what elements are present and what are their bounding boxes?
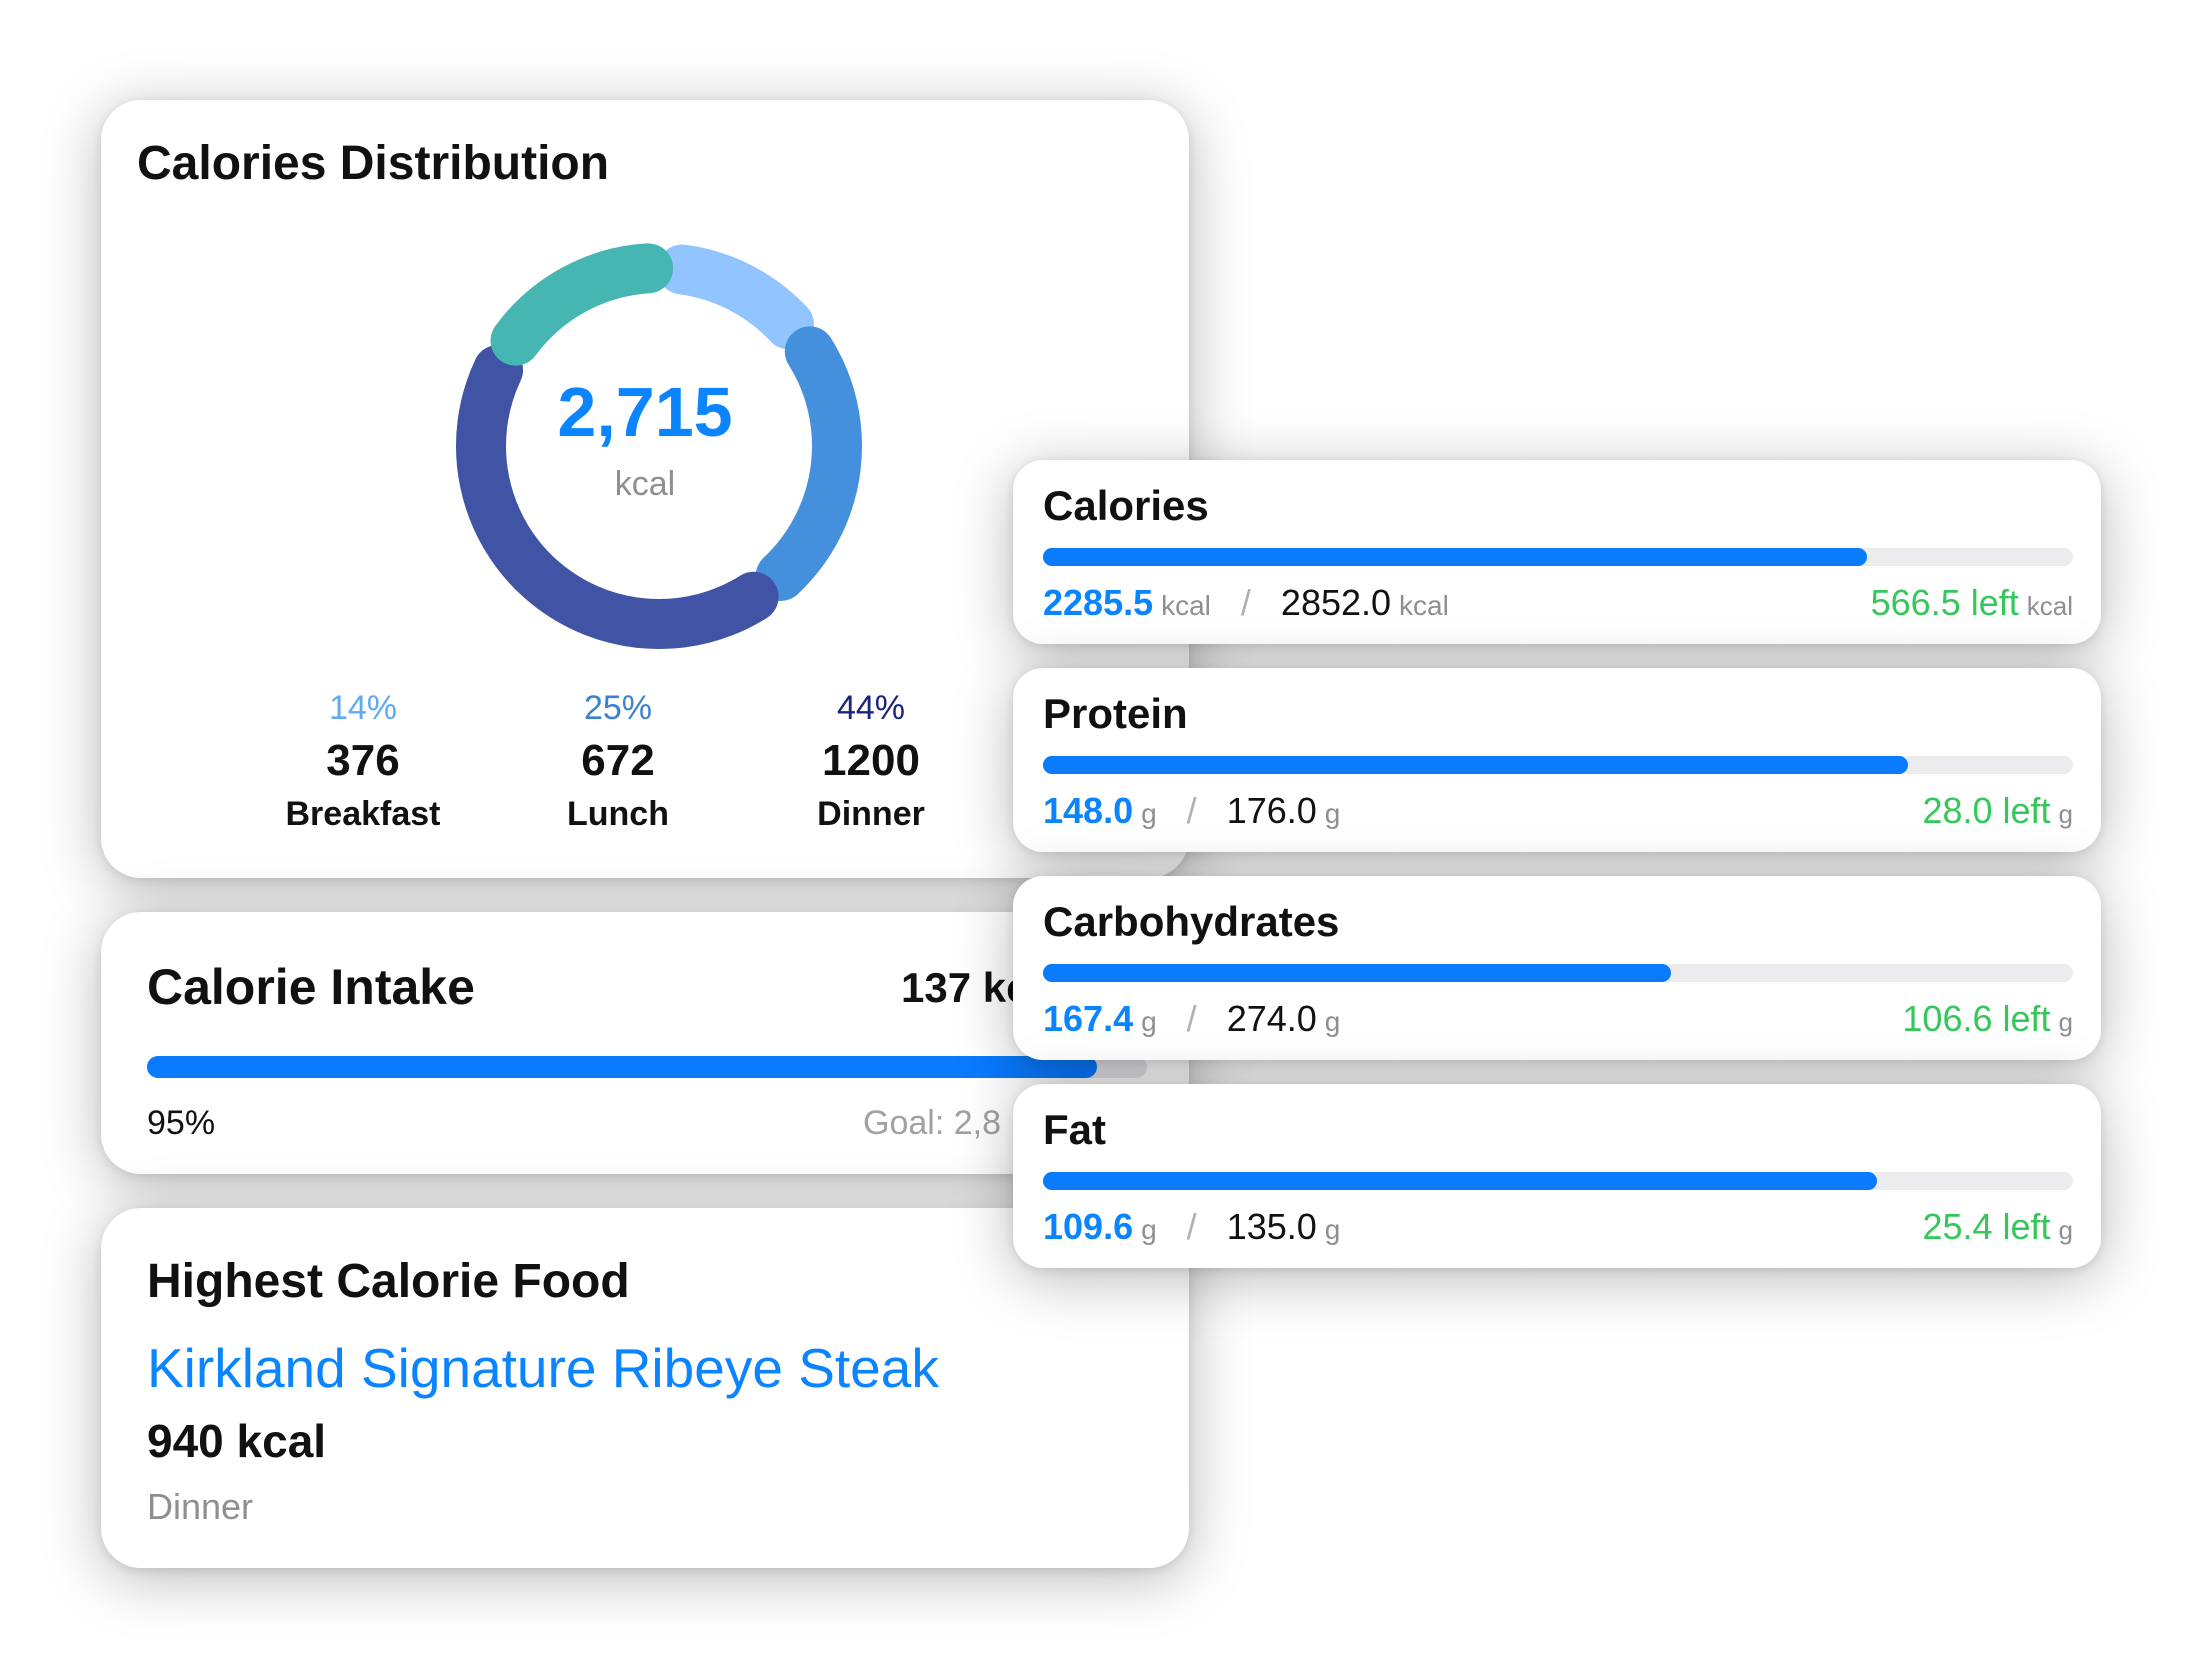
nutrient-values: 2285.5 kcal/2852.0 kcal 566.5 left kcal [1043, 582, 2073, 632]
highest-calorie-food-kcal: 940 kcal [147, 1415, 327, 1467]
nutrient-values: 148.0 g/176.0 g 28.0 left g [1043, 790, 2073, 840]
meal-percent: 25% [583, 689, 653, 727]
highest-calorie-food-title: Highest Calorie Food [147, 1255, 630, 1308]
meal-breakfast: 14% 376 Breakfast [253, 684, 473, 838]
nutrient-progress-track [1043, 1172, 2073, 1190]
nutrient-progress-fill [1043, 1172, 1878, 1190]
nutrient-title: Fat [1043, 1106, 1106, 1153]
calories-distribution-title: Calories Distribution [137, 137, 610, 190]
nutrient-title: Calories [1043, 482, 1209, 529]
nutrient-consumed: 2285.5 [1043, 582, 1154, 623]
nutrient-unit: g [1324, 798, 1341, 829]
nutrient-goal: 2852.0 [1280, 582, 1392, 623]
nutrient-consumed: 167.4 [1043, 998, 1134, 1039]
nutrient-unit: g [1141, 1214, 1157, 1245]
nutrient-goal: 274.0 [1226, 998, 1317, 1039]
nutrient-unit: g [2058, 799, 2073, 829]
meal-name: Lunch [567, 795, 669, 833]
ring-segment-breakfast [657, 244, 814, 350]
meal-name: Dinner [817, 795, 925, 833]
nutrient-unit: g [2058, 1215, 2073, 1245]
total-calories-value: 2,715 [557, 373, 733, 451]
nutrient-unit: g [1141, 1006, 1157, 1037]
nutrient-progress-fill [1043, 964, 1672, 982]
calorie-intake-percent: 95% [147, 1104, 216, 1142]
nutrient-unit: g [1324, 1006, 1341, 1037]
calorie-intake-goal: Goal: 2,8 [863, 1104, 1001, 1142]
nutrient-left: 566.5 left [1870, 582, 2019, 623]
nutrient-card-fat: Fat 109.6 g/135.0 g 25.4 left g [1013, 1084, 2101, 1268]
nutrient-card-calories: Calories 2285.5 kcal/2852.0 kcal 566.5 lef… [1013, 460, 2101, 644]
calorie-intake-progress-fill [147, 1056, 1097, 1078]
meal-percent: 14% [328, 689, 398, 727]
nutrient-title: Carbohydrates [1043, 898, 1340, 945]
nutrient-card-carbohydrates: Carbohydrates 167.4 g/274.0 g 106.6 left g [1013, 876, 2101, 1060]
meal-kcal: 1200 [822, 736, 920, 785]
separator: / [1240, 582, 1251, 623]
nutrient-goal: 176.0 [1226, 790, 1317, 831]
nutrient-card-protein: Protein 148.0 g/176.0 g 28.0 left g [1013, 668, 2101, 852]
calorie-intake-progress-track [147, 1056, 1147, 1078]
meal-kcal: 376 [326, 736, 400, 785]
nutrient-values: 109.6 g/135.0 g 25.4 left g [1043, 1206, 2073, 1256]
highest-calorie-food-meal: Dinner [147, 1486, 254, 1527]
nutrient-unit: kcal [1399, 590, 1449, 621]
highest-calorie-food-link[interactable]: Kirkland Signature Ribeye Steak [147, 1336, 939, 1400]
separator: / [1186, 998, 1197, 1039]
ring-segment-other [490, 243, 674, 366]
nutrient-goal: 135.0 [1226, 1206, 1317, 1247]
nutrient-progress-track [1043, 756, 2073, 774]
nutrient-left: 25.4 left [1922, 1206, 2051, 1247]
nutrient-progress-track [1043, 548, 2073, 566]
calorie-intake-amount: 137 kc [901, 964, 1030, 1011]
separator: / [1186, 790, 1197, 831]
nutrient-values: 167.4 g/274.0 g 106.6 left g [1043, 998, 2073, 1048]
meal-percent: 44% [836, 689, 906, 727]
meal-lunch: 25% 672 Lunch [508, 684, 728, 838]
nutrient-title: Protein [1043, 690, 1188, 737]
separator: / [1186, 1206, 1197, 1247]
nutrient-consumed: 148.0 [1043, 790, 1134, 831]
nutrient-unit: g [1141, 798, 1157, 829]
nutrient-unit: kcal [1161, 590, 1211, 621]
meal-dinner: 44% 1200 Dinner [761, 684, 981, 838]
nutrient-progress-fill [1043, 548, 1867, 566]
nutrient-left: 106.6 left [1902, 998, 2051, 1039]
nutrient-unit: g [1324, 1214, 1341, 1245]
nutrient-left: 28.0 left [1922, 790, 2051, 831]
meal-name: Breakfast [285, 795, 441, 833]
meal-kcal: 672 [581, 736, 655, 785]
nutrient-consumed: 109.6 [1043, 1206, 1134, 1247]
calorie-intake-title: Calorie Intake [147, 959, 475, 1015]
nutrient-progress-fill [1043, 756, 1909, 774]
nutrient-progress-track [1043, 964, 2073, 982]
nutrient-unit: kcal [2026, 591, 2073, 621]
nutrient-unit: g [2058, 1007, 2073, 1037]
